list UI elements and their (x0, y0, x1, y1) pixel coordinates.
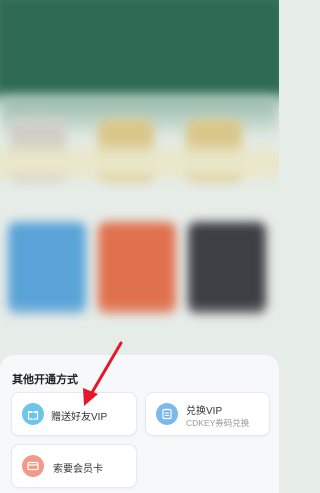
other-activation-methods-sheet: 其他开通方式 赠送好友VIP 兑换VIP CDKEY券码兑换 索要会员卡 (0, 355, 279, 493)
redeem-vip-subtitle: CDKEY券码兑换 (186, 418, 250, 428)
header-banner (0, 0, 279, 98)
redeem-vip-label: 兑换VIP (186, 406, 223, 417)
request-member-card-button[interactable]: 索要会员卡 (11, 444, 137, 488)
benefits-strip (0, 148, 279, 178)
request-member-card-label: 索要会员卡 (53, 464, 103, 475)
sheet-title: 其他开通方式 (12, 374, 78, 386)
gift-vip-label: 赠送好友VIP (51, 412, 108, 423)
background-fade (0, 300, 279, 360)
voucher-icon (156, 403, 178, 425)
card-icon (22, 455, 44, 477)
redeem-vip-button[interactable]: 兑换VIP CDKEY券码兑换 (145, 392, 270, 436)
red-arrow-annotation (83, 341, 123, 406)
gift-icon (22, 403, 44, 425)
